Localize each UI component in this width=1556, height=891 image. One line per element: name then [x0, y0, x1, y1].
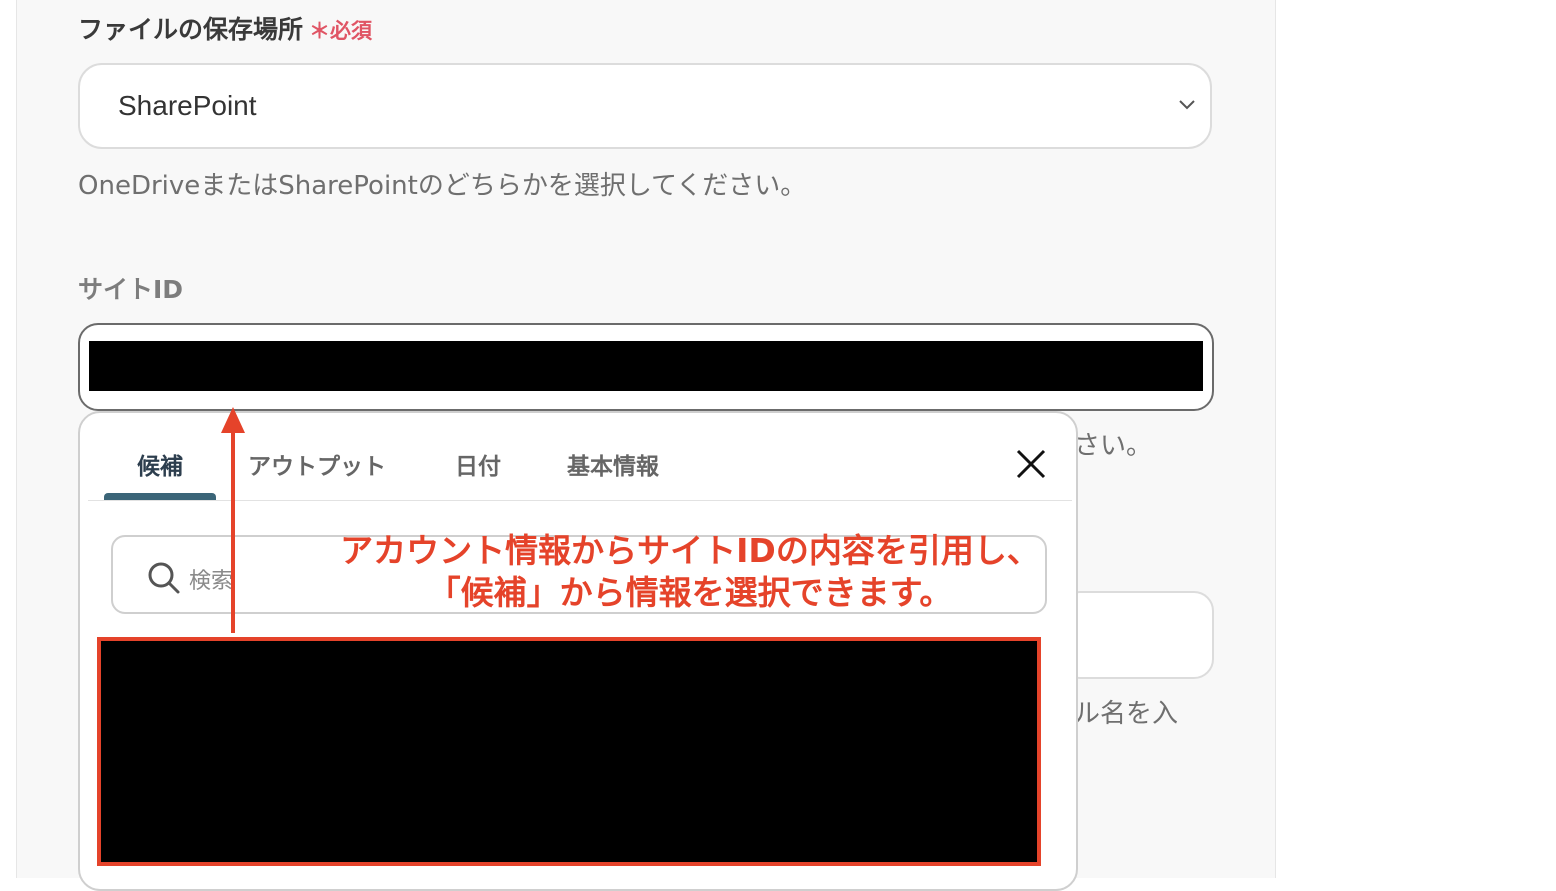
- redacted-value: [89, 341, 1203, 391]
- storage-location-select[interactable]: SharePoint: [78, 63, 1212, 149]
- close-icon[interactable]: [1014, 447, 1048, 481]
- candidate-list-redacted[interactable]: [97, 637, 1041, 866]
- storage-location-label-text: ファイルの保存場所: [78, 15, 304, 44]
- site-id-input[interactable]: [78, 323, 1214, 411]
- storage-help-text: OneDriveまたはSharePointのどちらかを選択してください。: [78, 171, 807, 201]
- annotation-line-1: アカウント情報からサイトIDの内容を引用し、: [340, 531, 1040, 570]
- storage-select-value: SharePoint: [118, 90, 257, 121]
- tab-candidates[interactable]: 候補: [137, 447, 183, 481]
- site-id-help-text: さい。: [1074, 431, 1153, 461]
- tab-basic-info[interactable]: 基本情報: [567, 447, 659, 481]
- storage-location-label: ファイルの保存場所 ＊必須: [78, 10, 372, 46]
- chevron-down-icon: [1179, 100, 1195, 110]
- tab-output[interactable]: アウトプット: [248, 447, 386, 481]
- file-name-help-text: ル名を入: [1074, 699, 1179, 729]
- search-icon: [148, 562, 180, 594]
- arrow-up-icon: [221, 407, 245, 633]
- site-id-label: サイトID: [78, 275, 184, 304]
- tab-date[interactable]: 日付: [455, 447, 501, 481]
- active-tab-indicator: [104, 493, 216, 500]
- file-name-input[interactable]: [1060, 591, 1214, 679]
- required-badge: ＊必須: [309, 19, 373, 43]
- annotation-callout: アカウント情報からサイトIDの内容を引用し、 「候補」から情報を選択できます。: [340, 530, 1040, 614]
- annotation-line-2: 「候補」から情報を選択できます。: [427, 573, 953, 612]
